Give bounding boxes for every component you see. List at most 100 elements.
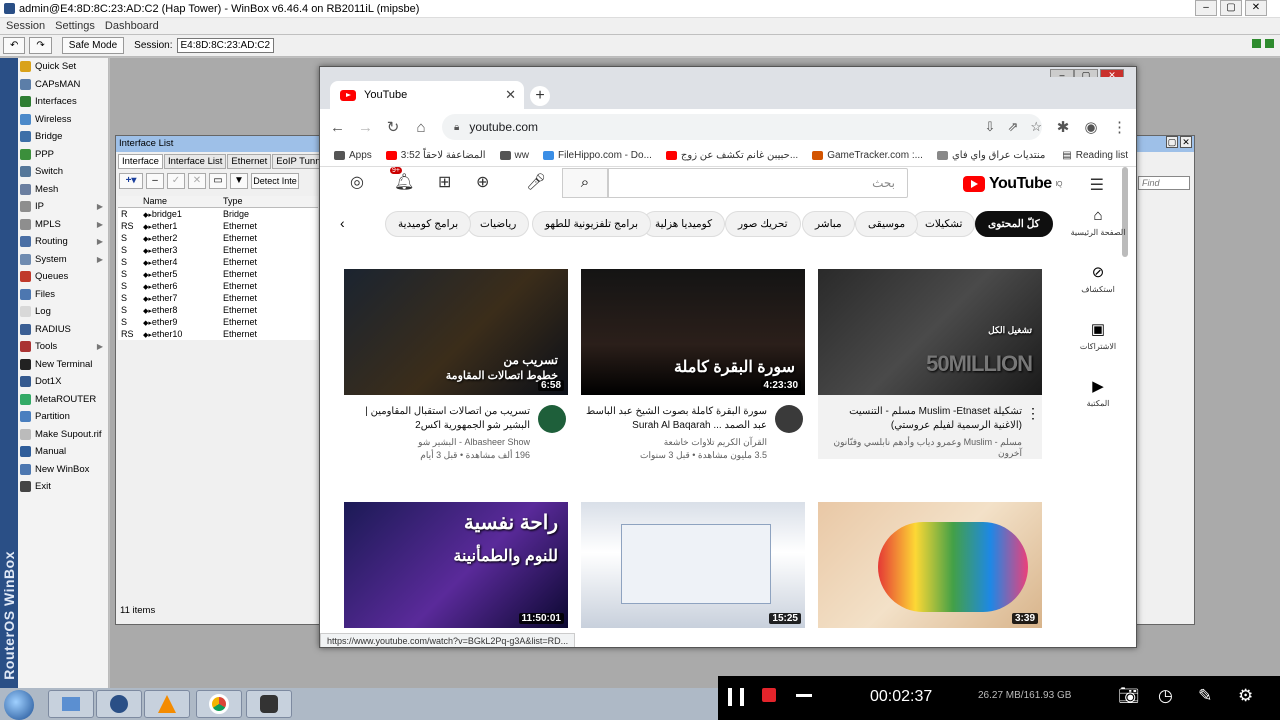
bookmark-item[interactable]: GameTracker.com :... xyxy=(812,150,923,161)
taskbar-vlc[interactable] xyxy=(144,690,190,718)
apps-grid-icon[interactable]: ⊞ xyxy=(438,172,451,192)
more-options-icon[interactable]: ⋮ xyxy=(1026,405,1040,459)
nav-item-mpls[interactable]: MPLS ▶ xyxy=(18,216,108,234)
create-video-icon[interactable]: ⊕ xyxy=(476,172,489,192)
tab-interface-list[interactable]: Interface List xyxy=(163,154,227,169)
video-card[interactable]: 3:39 xyxy=(818,502,1042,628)
restore-button[interactable]: ▢ xyxy=(1166,136,1178,148)
tab-youtube[interactable]: YouTube ✕ xyxy=(330,81,524,109)
video-thumbnail[interactable]: راحة نفسية للنوم والطمأنينة 11:50:01 xyxy=(344,502,568,628)
video-thumbnail[interactable]: 3:39 xyxy=(818,502,1042,628)
menu-settings[interactable]: Settings xyxy=(55,20,95,32)
chip-filter[interactable]: برامج كوميدية xyxy=(385,211,472,237)
video-title[interactable]: تشكيلة Muslim -Etnaset مسلم - التنسيت (ا… xyxy=(818,405,1022,433)
video-thumbnail[interactable]: سورة البقرة كاملة 4:23:30 xyxy=(581,269,805,395)
nav-item-new-winbox[interactable]: New WinBox xyxy=(18,461,108,479)
share-icon[interactable]: ⇗ xyxy=(1007,119,1018,135)
nav-item-files[interactable]: Files xyxy=(18,286,108,304)
chip-filter[interactable]: موسيقى xyxy=(855,211,919,237)
nav-item-mesh[interactable]: Mesh xyxy=(18,181,108,199)
video-card[interactable]: 15:25 xyxy=(581,502,805,628)
search-input[interactable]: بحث xyxy=(608,168,908,198)
table-row[interactable]: S ◆▸ether2 Ethernet xyxy=(118,232,318,244)
channel-name[interactable]: Albasheer Show - البشير شو xyxy=(344,437,530,448)
table-row[interactable]: S ◆▸ether4 Ethernet xyxy=(118,256,318,268)
start-button[interactable] xyxy=(4,690,34,720)
nav-item-system[interactable]: System ▶ xyxy=(18,251,108,269)
nav-item-exit[interactable]: Exit xyxy=(18,478,108,496)
chip-filter[interactable]: مباشر xyxy=(802,211,855,237)
sidebar-item[interactable]: ▶ المكتبة xyxy=(1060,377,1136,408)
nav-item-queues[interactable]: Queues xyxy=(18,268,108,286)
minimize-button[interactable]: – xyxy=(1195,0,1217,16)
cast-icon[interactable]: ◎ xyxy=(350,172,364,192)
menu-session[interactable]: Session xyxy=(6,20,45,32)
bookmark-item[interactable]: منتديات عراق واي فاي xyxy=(936,150,1045,161)
filter-icon[interactable]: ▼ xyxy=(230,173,248,189)
profile-icon[interactable]: ◉ xyxy=(1084,118,1098,136)
schedule-icon[interactable]: ◷ xyxy=(1158,686,1173,706)
table-row[interactable]: RS ◆▸ether10 Ethernet xyxy=(118,328,318,340)
tab-close-icon[interactable]: ✕ xyxy=(505,87,516,103)
reload-icon[interactable]: ↻ xyxy=(386,118,400,136)
table-row[interactable]: S ◆▸ether9 Ethernet xyxy=(118,316,318,328)
detect-internet-button[interactable]: Detect Inte xyxy=(251,173,299,189)
minimize-recorder-icon[interactable] xyxy=(796,694,812,697)
screenshot-icon[interactable]: 📷︎ xyxy=(1118,686,1140,706)
column-type[interactable]: Type xyxy=(220,196,315,207)
nav-item-bridge[interactable]: Bridge xyxy=(18,128,108,146)
notifications-icon[interactable]: 🔔︎ 9+ xyxy=(390,167,414,192)
nav-item-metarouter[interactable]: MetaROUTER xyxy=(18,391,108,409)
menu-icon[interactable]: ⋮ xyxy=(1112,118,1127,136)
back-icon[interactable]: ← xyxy=(330,119,345,136)
video-title[interactable]: تسريب من اتصالات استقبال المقاومين | الب… xyxy=(344,405,530,433)
safe-mode-button[interactable]: Safe Mode xyxy=(61,37,125,54)
tab-ethernet[interactable]: Ethernet xyxy=(227,154,272,169)
video-card[interactable]: راحة نفسية للنوم والطمأنينة 11:50:01 xyxy=(344,502,568,628)
nav-item-make-supout-rif[interactable]: Make Supout.rif xyxy=(18,426,108,444)
nav-item-routing[interactable]: Routing ▶ xyxy=(18,233,108,251)
home-icon[interactable]: ⌂ xyxy=(414,119,428,136)
remove-icon[interactable]: – xyxy=(146,173,164,189)
chip-filter[interactable]: كوميديا هزلية xyxy=(642,211,726,237)
nav-item-ip[interactable]: IP ▶ xyxy=(18,198,108,216)
chip-filter[interactable]: برامج تلفزيونية للطهو xyxy=(532,211,651,237)
bookmark-item[interactable]: FileHippo.com - Do... xyxy=(542,150,652,161)
pause-icon[interactable] xyxy=(728,688,744,706)
install-icon[interactable]: ⇩ xyxy=(985,119,996,135)
undo-button[interactable]: ↶ xyxy=(3,37,26,54)
nav-item-partition[interactable]: Partition xyxy=(18,408,108,426)
column-flag[interactable] xyxy=(118,196,140,207)
enable-icon[interactable]: ✓ xyxy=(167,173,185,189)
bookmark-item[interactable]: ww xyxy=(499,150,529,161)
taskbar-winbox[interactable] xyxy=(96,690,142,718)
tab-interface[interactable]: Interface xyxy=(118,154,163,169)
sidebar-item[interactable]: ⌂ الصفحة الرئيسية xyxy=(1060,207,1136,237)
chip-filter[interactable]: تحريك صور xyxy=(725,211,801,237)
close-button[interactable]: ✕ xyxy=(1180,136,1192,148)
disable-icon[interactable]: ✕ xyxy=(188,173,206,189)
chip-filter[interactable]: كلّ المحتوى xyxy=(975,211,1053,237)
nav-item-new-terminal[interactable]: New Terminal xyxy=(18,356,108,374)
video-card[interactable]: تشغيل الكل 50MILLION ⋮ تشكيلة Muslim -Etnas… xyxy=(818,269,1042,459)
nav-item-manual[interactable]: Manual xyxy=(18,443,108,461)
menu-dashboard[interactable]: Dashboard xyxy=(105,20,159,32)
sidebar-item[interactable]: ⊘ استكشاف xyxy=(1060,263,1136,294)
video-card[interactable]: تسريب من خطوط اتصالات المقاومة 6:58 تسريب م… xyxy=(344,269,568,461)
comment-icon[interactable]: ▭ xyxy=(209,173,227,189)
video-thumbnail[interactable]: تسريب من خطوط اتصالات المقاومة 6:58 xyxy=(344,269,568,395)
video-card[interactable]: سورة البقرة كاملة 4:23:30 سورة البقرة كامل… xyxy=(581,269,805,461)
channel-avatar[interactable] xyxy=(538,405,566,433)
table-row[interactable]: S ◆▸ether3 Ethernet xyxy=(118,244,318,256)
nav-item-dot1x[interactable]: Dot1X xyxy=(18,373,108,391)
redo-button[interactable]: ↷ xyxy=(29,37,52,54)
hamburger-menu-icon[interactable]: ☰ xyxy=(1090,175,1104,195)
table-row[interactable]: R ◆▸bridge1 Bridge xyxy=(118,208,318,220)
forward-icon[interactable]: → xyxy=(358,119,373,136)
table-row[interactable]: S ◆▸ether6 Ethernet xyxy=(118,280,318,292)
table-row[interactable]: S ◆▸ether8 Ethernet xyxy=(118,304,318,316)
nav-item-capsman[interactable]: CAPsMAN xyxy=(18,76,108,94)
search-icon[interactable]: ⌕ xyxy=(562,168,608,198)
nav-item-switch[interactable]: Switch xyxy=(18,163,108,181)
taskbar-chrome[interactable] xyxy=(196,690,242,718)
